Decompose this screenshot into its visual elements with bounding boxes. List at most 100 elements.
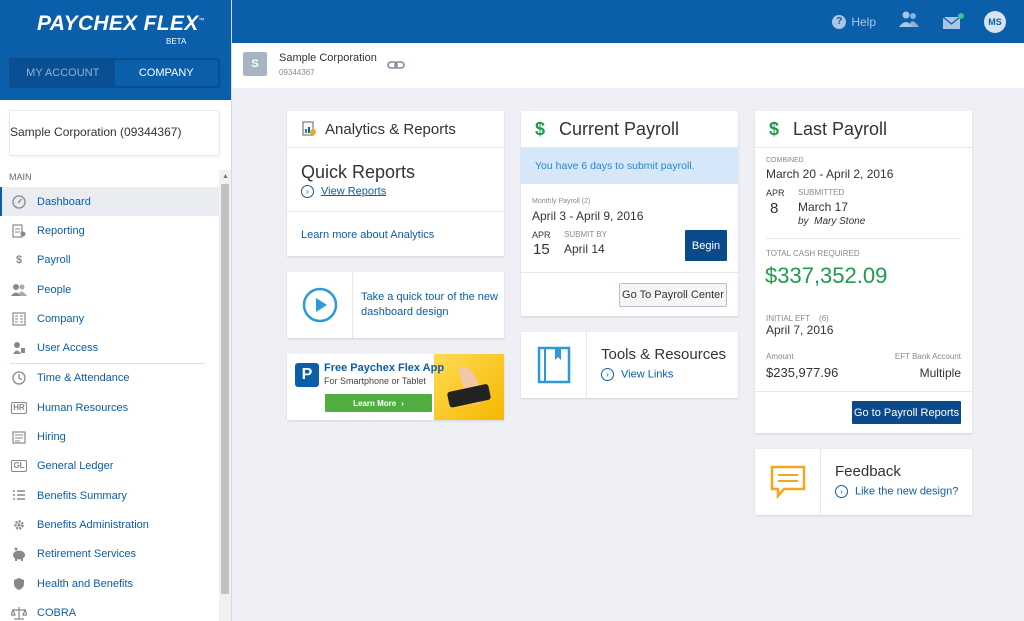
sidebar-item-label: Dashboard bbox=[37, 195, 91, 208]
list-icon bbox=[10, 488, 28, 504]
gl-icon: GL bbox=[10, 458, 28, 474]
user-avatar[interactable]: MS bbox=[984, 10, 1006, 33]
learn-more-analytics-link[interactable]: Learn more about Analytics bbox=[287, 212, 504, 241]
sidebar-item-payroll[interactable]: $ Payroll bbox=[0, 246, 219, 275]
gear-icon bbox=[10, 517, 28, 533]
feedback-card: Feedback › Like the new design? bbox=[755, 449, 972, 515]
sidebar-item-label: Reporting bbox=[37, 224, 85, 237]
top-bar: ? Help MS bbox=[232, 0, 1024, 43]
total-cash-label: TOTAL CASH REQUIRED bbox=[766, 249, 860, 258]
tools-card: Tools & Resources › View Links bbox=[521, 332, 738, 398]
chevron-right-circle-icon: › bbox=[301, 185, 314, 198]
section-label-main: MAIN bbox=[9, 172, 32, 182]
submitted-date: March 17 bbox=[798, 200, 849, 214]
payroll-details: Monthly Payroll (2) April 3 - April 9, 2… bbox=[521, 184, 738, 273]
chevron-right-circle-icon: › bbox=[835, 485, 848, 498]
sidebar-item-label: Hiring bbox=[37, 431, 66, 444]
payroll-alert: You have 6 days to submit payroll. bbox=[521, 148, 738, 184]
feedback-link[interactable]: › Like the new design? bbox=[835, 485, 958, 498]
go-to-payroll-center-button[interactable]: Go To Payroll Center bbox=[619, 283, 727, 307]
messages-icon[interactable] bbox=[942, 12, 964, 30]
last-payroll-title: Last Payroll bbox=[793, 118, 888, 139]
sidebar-item-label: Company bbox=[37, 312, 85, 325]
help-link[interactable]: ? Help bbox=[832, 14, 876, 29]
top-bar-actions: ? Help MS bbox=[832, 0, 1006, 43]
people-icon[interactable] bbox=[898, 11, 920, 32]
submitted-by: by Mary Stone bbox=[798, 216, 865, 227]
sidebar-item-human-resources[interactable]: HR Human Resources bbox=[0, 393, 219, 422]
sidebar-item-reporting[interactable]: Reporting bbox=[0, 216, 219, 245]
play-icon[interactable] bbox=[302, 287, 338, 323]
begin-button[interactable]: Begin bbox=[685, 230, 727, 261]
bank-account-value: Multiple bbox=[919, 366, 961, 380]
company-selector[interactable]: Sample Corporation (09344367) bbox=[9, 110, 220, 156]
tour-text-line1: Take a quick tour of the new bbox=[361, 291, 498, 303]
sidebar-item-people[interactable]: People bbox=[0, 275, 219, 304]
last-payroll-card: $ Last Payroll COMBINED March 20 - April… bbox=[755, 111, 972, 433]
sidebar-item-retirement-services[interactable]: Retirement Services bbox=[0, 540, 219, 569]
view-reports-link[interactable]: › View Reports bbox=[301, 185, 504, 198]
sidebar-item-general-ledger[interactable]: GL General Ledger bbox=[0, 452, 219, 481]
sidebar-item-dashboard[interactable]: Dashboard bbox=[0, 187, 219, 217]
view-reports-label: View Reports bbox=[321, 185, 387, 198]
tools-title: Tools & Resources bbox=[601, 346, 727, 363]
sidebar-item-benefits-summary[interactable]: Benefits Summary bbox=[0, 481, 219, 510]
sidebar-item-cobra[interactable]: COBRA bbox=[0, 598, 219, 621]
piggy-bank-icon bbox=[10, 546, 28, 562]
tour-card[interactable]: Take a quick tour of the new dashboard d… bbox=[287, 272, 504, 338]
last-payroll-header: $ Last Payroll bbox=[755, 111, 972, 148]
view-links-label: View Links bbox=[621, 368, 674, 381]
link-icon[interactable] bbox=[387, 59, 405, 71]
app-banner[interactable]: P Free Paychex Flex App For Smartphone o… bbox=[287, 354, 504, 420]
reporting-icon bbox=[10, 223, 28, 239]
go-to-payroll-reports-button[interactable]: Go to Payroll Reports bbox=[852, 401, 961, 424]
scroll-up-arrow-icon[interactable]: ▲ bbox=[222, 173, 229, 180]
submit-by-label: SUBMIT BY bbox=[564, 230, 607, 239]
chevron-right-icon: › bbox=[401, 398, 404, 408]
sidebar-item-company[interactable]: Company bbox=[0, 304, 219, 333]
scrollbar-thumb[interactable] bbox=[221, 184, 229, 594]
dashboard-icon bbox=[10, 194, 28, 210]
company-name: Sample Corporation bbox=[279, 52, 377, 64]
chevron-right-circle-icon: › bbox=[601, 368, 614, 381]
analytics-title: Analytics & Reports bbox=[325, 120, 456, 138]
sidebar-item-health-benefits[interactable]: Health and Benefits bbox=[0, 569, 219, 598]
scales-icon bbox=[10, 605, 28, 621]
sidebar-item-benefits-administration[interactable]: Benefits Administration bbox=[0, 510, 219, 539]
sidebar-item-label: Benefits Administration bbox=[37, 518, 149, 531]
analytics-icon bbox=[301, 121, 317, 137]
my-account-tab[interactable]: MY ACCOUNT bbox=[11, 60, 115, 86]
submitter-name: Mary Stone bbox=[814, 216, 866, 227]
speech-bubble-icon bbox=[770, 465, 805, 499]
hr-icon: HR bbox=[10, 400, 28, 416]
combined-label: COMBINED bbox=[766, 157, 804, 164]
sidebar-item-time-attendance[interactable]: Time & Attendance bbox=[0, 364, 219, 393]
play-section bbox=[287, 272, 353, 338]
phone-hand-image bbox=[447, 366, 491, 408]
company-tab[interactable]: COMPANY bbox=[114, 60, 218, 86]
view-links-link[interactable]: › View Links bbox=[601, 368, 726, 381]
submit-by-date: April 14 bbox=[564, 242, 605, 256]
sidebar-item-hiring[interactable]: Hiring bbox=[0, 422, 219, 451]
book-section bbox=[521, 332, 587, 398]
notification-dot bbox=[958, 12, 964, 19]
sidebar: PAYCHEX FLEX™ BETA MY ACCOUNT COMPANY Sa… bbox=[0, 0, 232, 621]
sidebar-item-label: General Ledger bbox=[37, 460, 114, 473]
sidebar-item-user-access[interactable]: User Access bbox=[0, 333, 219, 362]
feedback-link-label: Like the new design? bbox=[855, 485, 959, 498]
sidebar-item-label: Retirement Services bbox=[37, 548, 137, 561]
paychex-flex-logo[interactable]: PAYCHEX FLEX™ bbox=[37, 12, 205, 36]
analytics-card: Analytics & Reports Quick Reports › View … bbox=[287, 111, 504, 256]
total-cash-value: $337,352.09 bbox=[765, 263, 888, 288]
learn-more-button[interactable]: Learn More › bbox=[325, 394, 432, 412]
clock-icon bbox=[10, 370, 28, 386]
amount-value: $235,977.96 bbox=[766, 365, 839, 380]
eft-date: April 7, 2016 bbox=[766, 323, 834, 337]
sidebar-item-label: Human Resources bbox=[37, 401, 129, 414]
sidebar-scrollbar[interactable]: ▲ bbox=[219, 170, 231, 621]
sidebar-nav: Dashboard Reporting $ Payroll People Comp… bbox=[0, 187, 219, 621]
company-icon bbox=[10, 311, 28, 327]
current-payroll-header: $ Current Payroll bbox=[521, 111, 738, 148]
hr-glyph: HR bbox=[11, 401, 27, 414]
bank-account-label: EFT Bank Account bbox=[894, 352, 961, 361]
